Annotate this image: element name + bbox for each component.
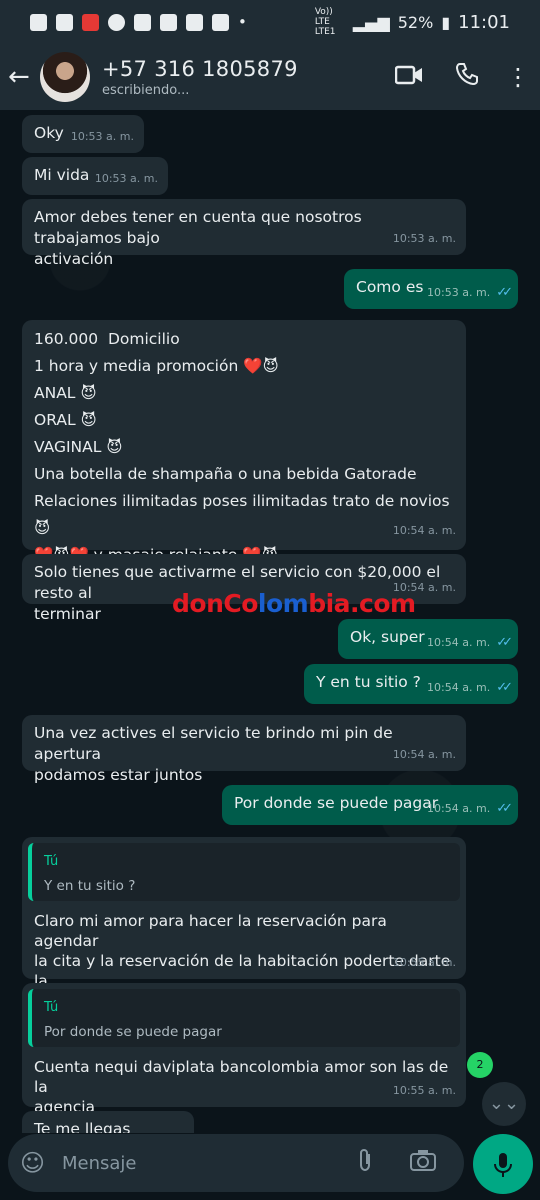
circle-icon <box>108 13 125 31</box>
message-bubble[interactable]: Tú Y en tu sitio ? Claro mi amor para ha… <box>22 837 466 1010</box>
status-icons: • <box>30 13 315 31</box>
message-time: 10:55 a. m. <box>392 1084 456 1097</box>
clock: 11:01 <box>458 11 510 33</box>
status-right: Vo)) LTE LTE1 ▂▄▆ 52% ▮ 11:01 <box>315 7 510 37</box>
message-bubble[interactable]: Amor debes tener en cuenta que nosotros … <box>22 199 466 268</box>
message-time: 10:53 a. m. <box>94 172 158 185</box>
message-bubble[interactable]: Una vez actives el servicio te brindo mi… <box>22 715 466 784</box>
paperclip-icon[interactable] <box>336 1147 394 1179</box>
quote-author: Tú <box>44 854 59 869</box>
message-bubble[interactable]: Tú Por donde se puede pagar Cuenta nequi… <box>22 983 466 1116</box>
message-time: 10:55 a. m. <box>392 956 456 969</box>
app-icon <box>186 13 203 31</box>
watermark: donColombia.com <box>172 589 416 618</box>
message-time: 10:54 a. m. <box>427 636 491 649</box>
status-dot: • <box>238 13 247 31</box>
contact-name: +57 316 1805879 <box>102 56 298 81</box>
message-input[interactable]: Mensaje <box>62 1153 336 1174</box>
message-composer[interactable]: ☺ Mensaje <box>8 1134 464 1192</box>
message-text: Te me llegas <box>34 1120 131 1133</box>
arrow-left-icon[interactable]: ← <box>8 62 38 92</box>
unread-count-badge[interactable]: 2 <box>467 1052 493 1078</box>
battery-level: 52% <box>397 12 434 32</box>
read-receipt-icon: ✓✓ <box>496 635 513 650</box>
quote-text: Y en tu sitio ? <box>44 878 136 894</box>
watermark-part: donCo <box>172 589 258 618</box>
app-icon <box>160 13 177 31</box>
signal-icon: ▂▄▆ <box>352 12 390 32</box>
watermark-part: lom <box>257 589 309 618</box>
status-bar: • Vo)) LTE LTE1 ▂▄▆ 52% ▮ 11:01 <box>0 0 540 44</box>
avatar[interactable] <box>40 52 90 102</box>
message-time: 10:54 a. m. <box>427 802 491 815</box>
chat-header: ← +57 316 1805879 escribiendo... ⋮ <box>0 44 540 110</box>
message-list[interactable]: Oky 10:53 a. m. Mi vida 10:53 a. m. Amor… <box>0 110 540 1133</box>
message-bubble[interactable]: Por donde se puede pagar 10:54 a. m. ✓✓ <box>222 785 518 825</box>
message-time: 10:54 a. m. <box>427 681 491 694</box>
message-time: 10:54 a. m. <box>392 748 456 761</box>
photo-icon <box>212 13 229 31</box>
phone-icon[interactable] <box>438 62 496 92</box>
app-icon <box>56 13 73 31</box>
contact-status: escribiendo... <box>102 82 190 98</box>
chevron-down-icon: ⌄⌄ <box>488 1093 520 1114</box>
read-receipt-icon: ✓✓ <box>496 285 513 300</box>
message-text: Una vez actives el servicio te brindo mi… <box>34 724 393 784</box>
quote-author: Tú <box>44 1000 59 1015</box>
message-time: 10:53 a. m. <box>392 232 456 245</box>
quote-text: Por donde se puede pagar <box>44 1024 222 1040</box>
video-icon[interactable] <box>380 63 438 91</box>
message-bubble[interactable]: Mi vida 10:53 a. m. <box>22 157 168 195</box>
more-vertical-icon[interactable]: ⋮ <box>496 63 540 91</box>
watermark-part: bia.com <box>308 589 416 618</box>
read-receipt-icon: ✓✓ <box>496 680 513 695</box>
network-indicator: Vo)) LTE LTE1 <box>314 7 336 37</box>
message-text: Amor debes tener en cuenta que nosotros … <box>34 208 362 268</box>
gmail-icon <box>134 13 151 31</box>
contact-info[interactable]: +57 316 1805879 escribiendo... <box>102 57 380 98</box>
mic-button[interactable] <box>473 1134 533 1194</box>
read-receipt-icon: ✓✓ <box>496 801 513 816</box>
emoji-icon[interactable]: ☺ <box>20 1149 56 1177</box>
message-time: 10:54 a. m. <box>392 524 456 537</box>
mic-icon <box>494 1153 512 1177</box>
battery-icon: ▮ <box>441 12 451 32</box>
message-bubble[interactable]: Oky 10:53 a. m. <box>22 115 144 153</box>
app-icon <box>30 13 47 31</box>
message-bubble[interactable]: Como es 10:53 a. m. ✓✓ <box>344 269 518 309</box>
message-bubble[interactable]: Ok, super 10:54 a. m. ✓✓ <box>338 619 518 659</box>
camera-icon[interactable] <box>394 1149 452 1177</box>
quoted-message[interactable]: Tú Por donde se puede pagar <box>28 989 460 1047</box>
message-text: 160.000 Domicilio 1 hora y media promoci… <box>34 330 450 564</box>
message-time: 10:53 a. m. <box>70 130 134 143</box>
message-bubble[interactable]: Te me llegas <box>22 1111 194 1133</box>
quoted-message[interactable]: Tú Y en tu sitio ? <box>28 843 460 901</box>
message-bubble[interactable]: 160.000 Domicilio 1 hora y media promoci… <box>22 320 466 564</box>
app-icon <box>82 13 99 31</box>
message-bubble[interactable]: Y en tu sitio ? 10:54 a. m. ✓✓ <box>304 664 518 704</box>
scroll-down-button[interactable]: ⌄⌄ <box>482 1082 526 1126</box>
message-time: 10:53 a. m. <box>427 286 491 299</box>
